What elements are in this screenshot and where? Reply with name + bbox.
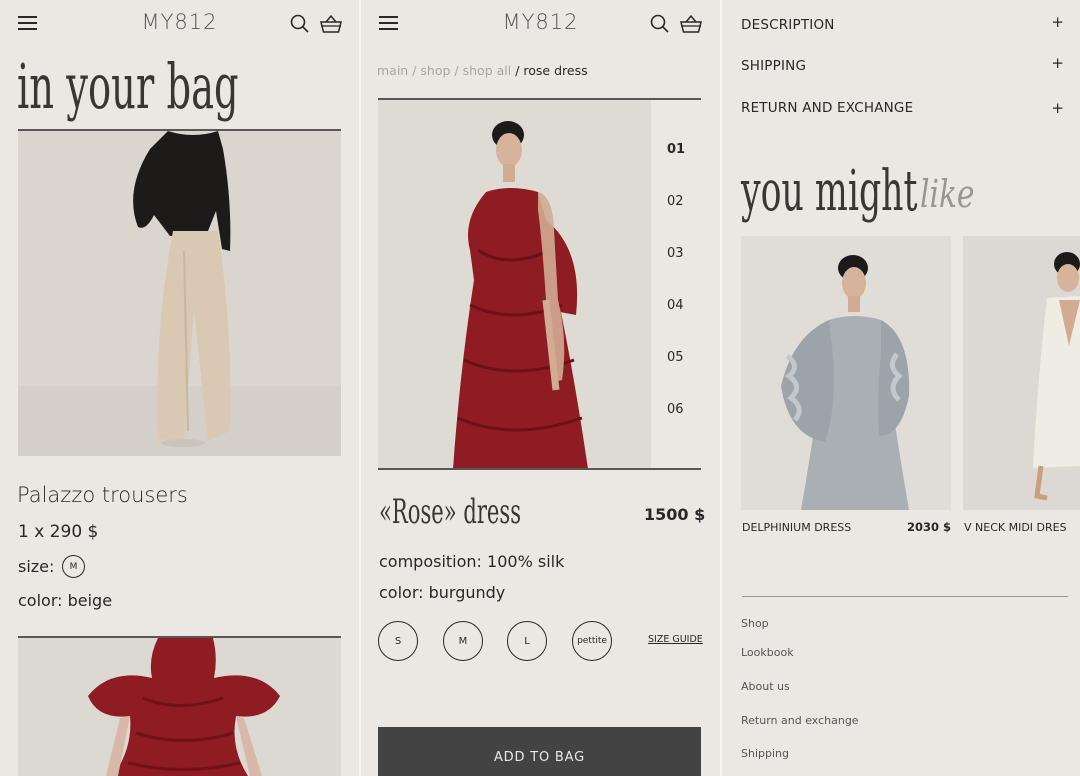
accordion-label: RETURN AND EXCHANGE <box>741 100 914 116</box>
photo-index-2[interactable]: 02 <box>667 194 684 209</box>
recs-title-script: like <box>920 172 975 216</box>
accordion-label: DESCRIPTION <box>741 17 835 33</box>
size-option-m[interactable]: M <box>443 621 483 661</box>
photo-index-5[interactable]: 05 <box>667 350 684 365</box>
size-guide-link[interactable]: SIZE GUIDE <box>648 634 703 645</box>
plus-icon: + <box>1051 13 1064 31</box>
accordion-label: SHIPPING <box>741 58 807 74</box>
rec-photo-v-neck[interactable] <box>963 236 1080 510</box>
breadcrumb-separator: / <box>408 63 421 78</box>
breadcrumb: main / shop / shop all / rose dress <box>377 63 588 78</box>
size-option-l[interactable]: L <box>507 621 547 661</box>
footer-link-return-exchange[interactable]: Return and exchange <box>741 714 859 727</box>
bag-item-name[interactable]: Palazzo trousers <box>17 483 188 507</box>
photo-dress-icon <box>18 638 341 776</box>
photo-rose-dress-icon <box>378 100 651 469</box>
product-photo-palazzo[interactable] <box>18 131 341 456</box>
page-title: in your bag <box>17 50 239 123</box>
photo-index-3[interactable]: 03 <box>667 246 684 261</box>
basket-icon[interactable] <box>319 13 343 35</box>
bag-item-qty-price: 1 x 290 $ <box>18 522 99 542</box>
footer-divider <box>742 596 1068 597</box>
recs-title: you might <box>741 159 918 224</box>
bag-item-color: color: beige <box>18 591 113 610</box>
divider <box>378 468 701 470</box>
breadcrumb-shop-all[interactable]: shop all <box>463 63 512 78</box>
size-option-s[interactable]: S <box>378 621 418 661</box>
accordion-shipping[interactable]: SHIPPING + <box>741 54 1064 78</box>
footer-link-shop[interactable]: Shop <box>741 617 769 630</box>
product-photo-rose-dress[interactable] <box>18 638 341 776</box>
breadcrumb-separator: / <box>450 63 463 78</box>
photo-grey-dress-icon <box>741 236 951 510</box>
details-panel: DESCRIPTION + SHIPPING + RETURN AND EXCH… <box>722 0 1080 776</box>
size-option-pettite[interactable]: pettite <box>572 621 612 661</box>
rec-price-delphinium: 2030 $ <box>907 520 952 534</box>
header: MY812 <box>0 0 359 50</box>
photo-trousers-icon <box>18 131 341 456</box>
search-icon[interactable] <box>649 13 671 35</box>
product-color: color: burgundy <box>379 583 506 602</box>
footer-link-shipping[interactable]: Shipping <box>741 747 789 760</box>
breadcrumb-shop[interactable]: shop <box>420 63 450 78</box>
accordion-return-exchange[interactable]: RETURN AND EXCHANGE + <box>741 99 1064 120</box>
bag-panel: MY812 in your bag Palazzo trousers 1 x 2… <box>0 0 359 776</box>
add-to-bag-button[interactable]: ADD TO BAG <box>378 727 701 776</box>
plus-icon: + <box>1051 99 1064 117</box>
search-icon[interactable] <box>289 13 311 35</box>
product-panel: MY812 main / shop / shop all / rose dres… <box>361 0 720 776</box>
rec-name-v-neck[interactable]: V NECK MIDI DRES <box>964 521 1067 534</box>
photo-white-dress-icon <box>963 236 1080 510</box>
bag-item-size-badge: M <box>62 555 85 578</box>
photo-index-1[interactable]: 01 <box>667 142 685 157</box>
breadcrumb-separator: / <box>511 63 524 78</box>
photo-index-4[interactable]: 04 <box>667 298 684 313</box>
footer-link-lookbook[interactable]: Lookbook <box>741 646 794 659</box>
product-main-photo[interactable] <box>378 100 651 469</box>
bag-item-size-label: size: <box>18 557 55 576</box>
rec-name-delphinium[interactable]: DELPHINIUM DRESS <box>742 521 851 534</box>
breadcrumb-current: rose dress <box>523 63 588 78</box>
rec-photo-delphinium[interactable] <box>741 236 951 510</box>
plus-icon: + <box>1051 54 1064 72</box>
photo-index-6[interactable]: 06 <box>667 402 684 417</box>
breadcrumb-main[interactable]: main <box>377 63 408 78</box>
footer-link-about[interactable]: About us <box>741 680 790 693</box>
basket-icon[interactable] <box>679 13 703 35</box>
header: MY812 <box>361 0 720 50</box>
product-price: 1500 $ <box>644 505 706 524</box>
product-composition: composition: 100% silk <box>379 552 565 571</box>
product-title: «Rose» dress <box>379 492 522 532</box>
accordion-description[interactable]: DESCRIPTION + <box>741 13 1064 37</box>
